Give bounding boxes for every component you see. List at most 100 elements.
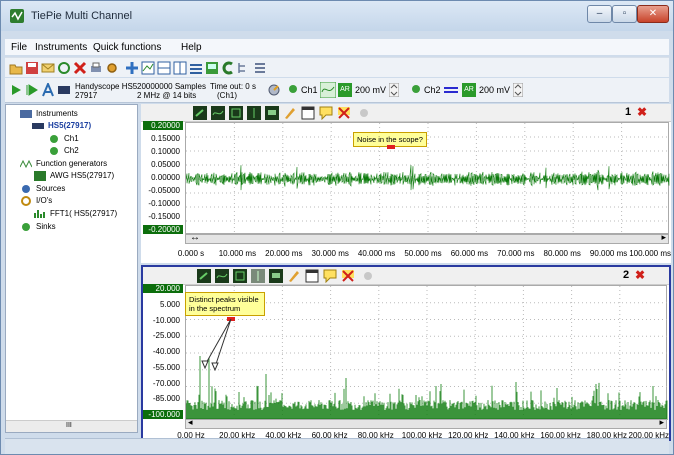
scope2-note[interactable]: Distinct peaks visible in the spectrum	[185, 292, 265, 316]
trigger-timeout[interactable]: Time out: 0 s	[210, 82, 256, 91]
scope2-toolbar: 2 ✖	[143, 267, 669, 285]
tree-item-ch2[interactable]: Ch2	[64, 146, 79, 155]
scope1-x-tick-label: 70.000 ms	[497, 249, 535, 258]
list-view-icon[interactable]	[253, 61, 267, 75]
scope2-cursor-icon[interactable]	[251, 269, 265, 283]
tree-item-function-generators[interactable]: Function generators	[36, 159, 107, 168]
scope1-bug-icon[interactable]	[357, 106, 371, 120]
delete-icon[interactable]	[73, 61, 87, 75]
scope1-horizontal-scrollbar[interactable]: ↔ ▸	[185, 232, 669, 244]
ch2-coupling-icon[interactable]	[443, 82, 459, 98]
ch2-range[interactable]: 200 mV	[479, 86, 510, 95]
single-shot-icon[interactable]	[25, 83, 39, 97]
ch2-autorange-button[interactable]: AR	[462, 83, 476, 97]
object-tree: Instruments HS5(27917) Ch1 Ch2 Function …	[5, 104, 138, 433]
scope2-y-tick-label: -100.000	[143, 410, 183, 419]
minimize-button[interactable]: –	[587, 5, 612, 23]
scope2-close-icon[interactable]: ✖	[635, 268, 645, 282]
menu-file[interactable]: File	[11, 42, 27, 53]
sinks-icon	[22, 223, 30, 231]
scope1-note-icon[interactable]	[319, 106, 333, 120]
ch1-autorange-button[interactable]: AR	[338, 83, 352, 97]
graph-arrange-icon[interactable]	[189, 61, 203, 75]
scope2-bug-icon[interactable]	[361, 269, 375, 283]
scope1-meter-icon[interactable]	[265, 106, 279, 120]
tree-item-sinks[interactable]: Sinks	[36, 222, 56, 231]
scope1-x-tick-label: 90.000 ms	[589, 249, 628, 258]
sample-rate[interactable]: 2 MHz @ 14 bits	[137, 91, 196, 100]
tree-item-hs5[interactable]: HS5(27917)	[48, 121, 91, 130]
scope1-delete-note-icon[interactable]	[337, 106, 351, 120]
scope1-number: 1	[625, 106, 632, 118]
awg-icon	[34, 171, 46, 181]
scope2-pencil-icon[interactable]	[287, 269, 301, 283]
open-folder-icon[interactable]	[9, 61, 23, 75]
tree-horizontal-scrollbar[interactable]: III	[6, 420, 137, 432]
scope2-window-icon[interactable]	[305, 269, 319, 283]
scope2-scroll-left-icon[interactable]: ◂	[188, 417, 193, 428]
scope2-note-icon[interactable]	[323, 269, 337, 283]
tree-item-fft[interactable]: FFT1( HS5(27917)	[50, 209, 117, 218]
scope2-scroll-right-icon[interactable]: ▸	[659, 417, 664, 428]
scope1-close-icon[interactable]: ✖	[637, 105, 647, 119]
refresh-icon[interactable]	[57, 61, 71, 75]
scope1-scroll-left-icon[interactable]: ↔	[190, 232, 200, 243]
scope1-x-tick-label: 40.000 ms	[357, 249, 396, 258]
trigger-knob-icon[interactable]	[267, 83, 281, 97]
scope1-x-tick-label: 30.000 ms	[311, 249, 349, 258]
instruments-icon	[20, 110, 32, 118]
scope1-zoom-icon[interactable]	[193, 106, 207, 120]
tree-item-sources[interactable]: Sources	[36, 184, 65, 193]
scope1-x-tick-label: 100.000 ms	[629, 249, 671, 258]
scope2-wave-icon[interactable]	[215, 269, 229, 283]
tree-item-ch1[interactable]: Ch1	[64, 134, 79, 143]
graph-layout-icon[interactable]	[157, 61, 171, 75]
record-length[interactable]: 20000000 Samples	[137, 82, 206, 91]
scope1-plot-area[interactable]	[185, 122, 670, 235]
scope2-meter-icon[interactable]	[269, 269, 283, 283]
ch1-coupling-icon[interactable]	[320, 82, 336, 98]
window-title: TiePie Multi Channel	[31, 10, 133, 22]
ch1-range[interactable]: 200 mV	[355, 86, 386, 95]
tree-item-instruments[interactable]: Instruments	[36, 109, 78, 118]
scope1-scroll-right-icon[interactable]: ▸	[661, 232, 666, 243]
ch2-status-icon	[412, 85, 420, 93]
ch2-label: Ch2	[424, 85, 441, 95]
ch1-range-spinner-icon[interactable]	[389, 83, 399, 97]
email-icon[interactable]	[41, 61, 55, 75]
graph-tile-icon[interactable]	[173, 61, 187, 75]
tree-view-icon[interactable]	[237, 61, 251, 75]
scope1-window-icon[interactable]	[301, 106, 315, 120]
menu-instruments[interactable]: Instruments	[35, 42, 87, 53]
title-bar[interactable]: TiePie Multi Channel – ▫ ✕	[1, 1, 673, 31]
scope2-y-tick-label: -85.000	[143, 394, 183, 404]
close-button[interactable]: ✕	[637, 5, 669, 23]
save-icon[interactable]	[25, 61, 39, 75]
menu-quick-functions[interactable]: Quick functions	[93, 42, 161, 53]
scope1-fit-icon[interactable]	[229, 106, 243, 120]
scope2-zoom-icon[interactable]	[197, 269, 211, 283]
play-icon[interactable]	[9, 83, 23, 97]
tree-item-awg[interactable]: AWG HS5(27917)	[50, 171, 114, 180]
ch2-range-spinner-icon[interactable]	[513, 83, 523, 97]
settings-gear-icon[interactable]	[105, 61, 119, 75]
scope2-delete-note-icon[interactable]	[341, 269, 355, 283]
new-graph-icon[interactable]	[141, 61, 155, 75]
scope2-fit-icon[interactable]	[233, 269, 247, 283]
trigger-source[interactable]: (Ch1)	[217, 91, 237, 100]
scope1-pencil-icon[interactable]	[283, 106, 297, 120]
scope2-y-tick-label: 20.000	[143, 284, 183, 293]
scope1-x-tick-label: 60.000 ms	[450, 249, 489, 258]
print-icon[interactable]	[89, 61, 103, 75]
cursor-c-icon[interactable]	[221, 61, 235, 75]
scope2-y-tick-label: -40.000	[143, 347, 183, 356]
tree-item-ios[interactable]: I/O's	[36, 196, 52, 205]
menu-help[interactable]: Help	[181, 42, 202, 53]
add-object-icon[interactable]	[125, 61, 139, 75]
scope1-wave-icon[interactable]	[211, 106, 225, 120]
meter-icon[interactable]	[205, 61, 219, 75]
maximize-button[interactable]: ▫	[612, 5, 637, 23]
auto-setup-icon[interactable]	[41, 83, 55, 97]
scope1-cursor-icon[interactable]	[247, 106, 261, 120]
scope2-horizontal-scrollbar[interactable]: ◂ ▸	[185, 417, 667, 429]
